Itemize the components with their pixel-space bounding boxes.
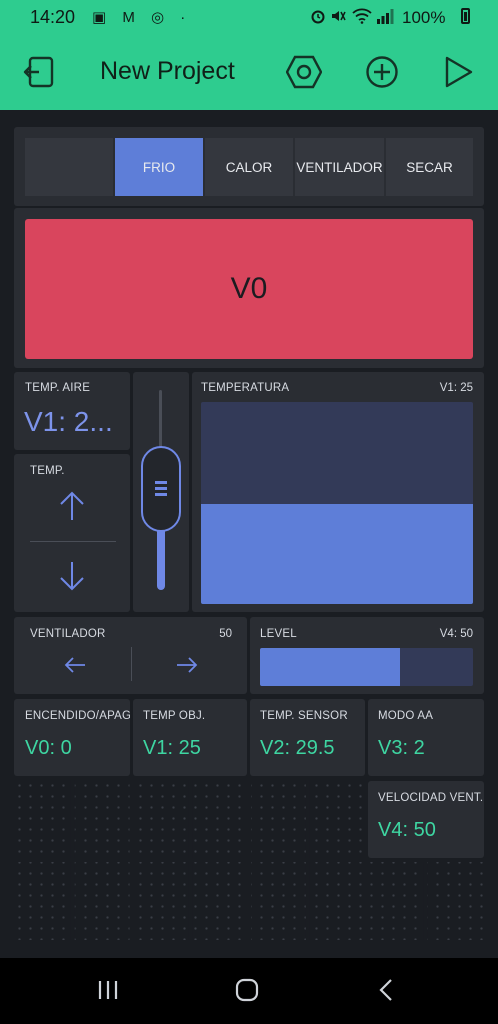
alarm-icon [311, 10, 325, 24]
arrow-down-icon[interactable] [58, 560, 86, 592]
display-value: V4: 50 [378, 819, 436, 841]
display-encendido: ENCENDIDO/APAGA V0: 0 [14, 699, 130, 776]
wifi-icon [352, 8, 372, 24]
mode-segment-secar[interactable]: SECAR [386, 138, 473, 196]
level-pin: V4: 50 [439, 628, 473, 640]
mute-icon [332, 11, 346, 21]
ventilador-divider [131, 647, 132, 681]
level-widget: LEVEL V4: 50 [250, 617, 484, 694]
stepper-divider [30, 541, 116, 542]
display-velocidad-vent: VELOCIDAD VENT. V4: 50 [368, 781, 484, 858]
temp-stepper-label: TEMP. [30, 465, 65, 477]
app-bar: New Project [0, 33, 498, 110]
project-title: New Project [100, 57, 235, 85]
system-nav-bar [0, 958, 498, 1024]
mode-segment-blank[interactable] [25, 138, 113, 196]
display-label: ENCENDIDO/APAGA [25, 710, 130, 722]
ventilador-label: VENTILADOR [30, 628, 106, 640]
display-label: VELOCIDAD VENT. [378, 792, 484, 804]
display-value: V3: 2 [378, 737, 425, 759]
signal-icon [377, 9, 394, 24]
display-value: V1: 25 [143, 737, 201, 759]
vertical-slider-widget [133, 372, 189, 612]
temp-aire-widget: TEMP. AIRE V1: 2... [14, 372, 130, 450]
ventilador-value: 50 [219, 628, 232, 640]
v0-button[interactable]: V0 [25, 219, 473, 359]
level-label: LEVEL [260, 628, 297, 640]
level-bar-fill [260, 648, 400, 686]
display-value: V0: 0 [25, 737, 72, 759]
notification-icons: ▣ M ◎ · [92, 9, 192, 26]
battery-icon [461, 8, 470, 24]
display-label: TEMP. SENSOR [260, 710, 348, 722]
temp-aire-value: V1: 2... [24, 406, 113, 437]
display-temp-sensor: TEMP. SENSOR V2: 29.5 [250, 699, 365, 776]
mode-segment-calor[interactable]: CALOR [205, 138, 293, 196]
play-icon[interactable] [444, 55, 474, 89]
status-bar: 14:20 ▣ M ◎ · 100% [0, 0, 498, 33]
temp-stepper-widget: TEMP. [14, 454, 130, 612]
mode-segment-frio[interactable]: FRIO [115, 138, 203, 196]
temperatura-label: TEMPERATURA [201, 382, 290, 394]
temperatura-pin: V1: 25 [439, 382, 473, 394]
temp-aire-label: TEMP. AIRE [25, 382, 91, 394]
battery-percent: 100% [402, 8, 446, 27]
home-icon[interactable] [235, 978, 259, 1002]
ventilador-widget: VENTILADOR 50 [14, 617, 247, 694]
settings-hex-icon[interactable] [286, 55, 322, 89]
back-icon[interactable] [378, 978, 394, 1002]
recent-apps-icon[interactable] [97, 980, 119, 1000]
display-modo-aa: MODO AA V3: 2 [368, 699, 484, 776]
display-label: TEMP OBJ. [143, 710, 206, 722]
arrow-right-icon[interactable] [176, 657, 198, 673]
arrow-left-icon[interactable] [64, 657, 86, 673]
arrow-up-icon[interactable] [58, 490, 86, 522]
add-widget-icon[interactable] [365, 55, 399, 89]
slider-handle[interactable] [141, 446, 181, 532]
display-label: MODO AA [378, 710, 434, 722]
display-temp-obj: TEMP OBJ. V1: 25 [133, 699, 247, 776]
display-value: V2: 29.5 [260, 737, 335, 759]
temperatura-level-fill [201, 504, 473, 604]
status-time: 14:20 [30, 7, 76, 27]
temperatura-widget: TEMPERATURA V1: 25 [192, 372, 484, 612]
mode-segment-ventilador[interactable]: VENTILADOR [295, 138, 384, 196]
back-project-icon[interactable] [22, 55, 56, 89]
